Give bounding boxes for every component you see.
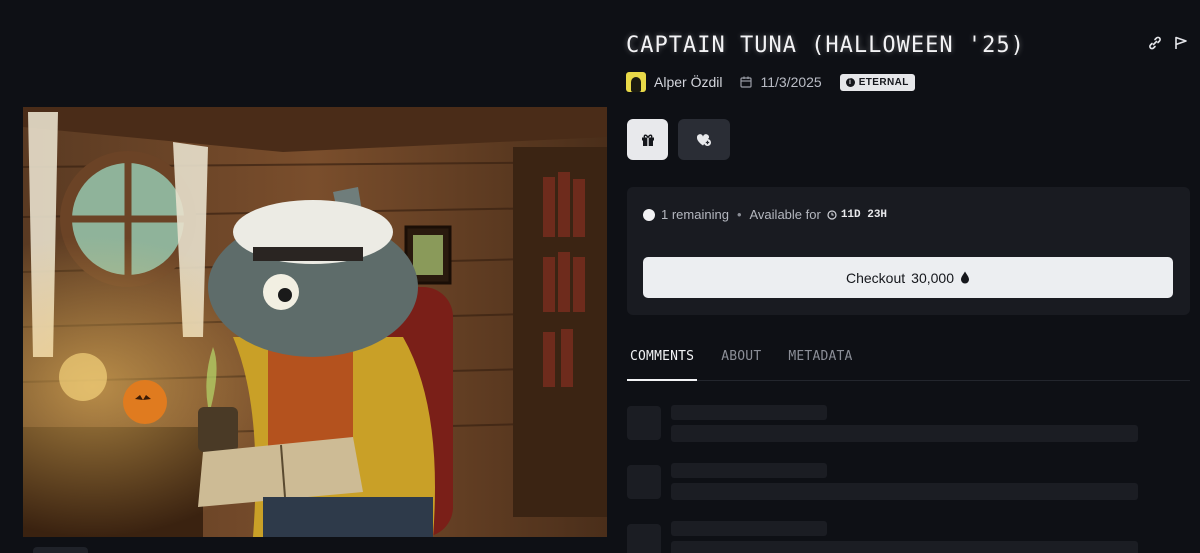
skeleton-line	[671, 483, 1138, 500]
artwork-meta: Alper Özdil 11/3/2025 i ETERNAL	[626, 71, 915, 93]
author-avatar[interactable]	[626, 72, 646, 92]
release-date: 11/3/2025	[760, 74, 822, 90]
time-remaining: 11D 23H	[840, 208, 888, 221]
droplet-icon	[960, 271, 969, 284]
skeleton-avatar	[627, 524, 661, 553]
skeleton-line	[671, 425, 1138, 442]
status-badge-label: ETERNAL	[858, 76, 909, 88]
edition-dot-icon	[643, 208, 655, 221]
tab-about[interactable]: ABOUT	[718, 348, 764, 381]
available-label: Available for	[749, 207, 821, 222]
favorite-button[interactable]	[678, 119, 730, 160]
thumbnail-tab[interactable]	[33, 547, 88, 553]
clock-icon	[827, 209, 837, 220]
flag-icon[interactable]	[1173, 35, 1189, 51]
gift-icon	[641, 134, 654, 146]
remaining-count: 1 remaining	[661, 207, 729, 222]
tab-metadata[interactable]: METADATA	[785, 348, 855, 381]
header-actions	[1147, 35, 1189, 51]
skeleton-line	[671, 463, 827, 478]
heart-add-icon	[696, 133, 711, 146]
separator-dot: •	[736, 207, 742, 222]
calendar-icon	[740, 76, 753, 88]
skeleton-line	[671, 521, 827, 536]
skeleton-avatar	[627, 406, 661, 440]
status-badge: i ETERNAL	[839, 73, 915, 91]
artwork-image[interactable]	[23, 107, 607, 537]
link-icon[interactable]	[1147, 35, 1163, 51]
availability-row: 1 remaining • Available for 11D 23H	[643, 207, 887, 222]
checkout-label: Checkout	[846, 269, 906, 286]
author-name[interactable]: Alper Özdil	[654, 74, 722, 90]
page-title: CAPTAIN TUNA (HALLOWEEN '25)	[626, 33, 1025, 58]
info-icon: i	[845, 77, 855, 87]
skeleton-avatar	[627, 465, 661, 499]
content-tabs: COMMENTS ABOUT METADATA	[627, 348, 1190, 381]
gift-button[interactable]	[627, 119, 668, 160]
skeleton-line	[671, 405, 827, 420]
checkout-price: 30,000	[911, 269, 954, 286]
purchase-panel: 1 remaining • Available for 11D 23H Chec…	[627, 187, 1190, 315]
tab-comments[interactable]: COMMENTS	[627, 348, 698, 381]
skeleton-line	[671, 541, 1138, 553]
checkout-button[interactable]: Checkout 30,000	[643, 257, 1173, 298]
